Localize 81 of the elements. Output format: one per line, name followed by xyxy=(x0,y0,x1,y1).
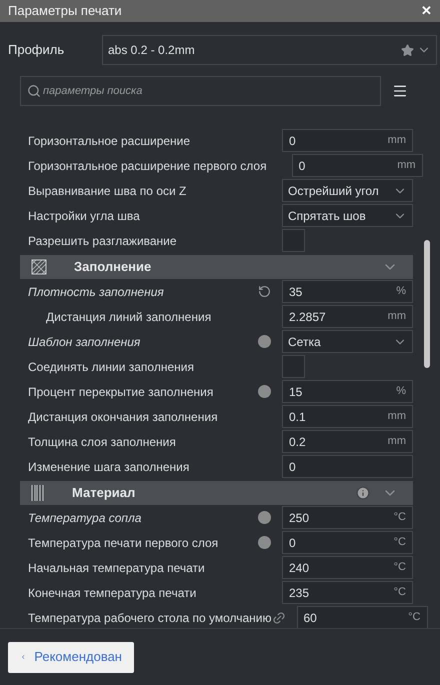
checkbox[interactable] xyxy=(282,229,305,252)
infill-grid-icon xyxy=(31,259,47,275)
field-value: 235 xyxy=(289,584,310,602)
number-field[interactable]: 35 % xyxy=(282,280,413,303)
setting-label: Дистанция окончания заполнения xyxy=(27,408,218,426)
section-title: Заполнение xyxy=(74,258,152,276)
setting-label: Шаблон заполнения xyxy=(27,334,140,350)
unit-label: °C xyxy=(394,510,406,526)
profile-dropdown[interactable]: abs 0.2 - 0.2mm xyxy=(102,35,437,65)
setting-label: Настройки угла шва xyxy=(27,208,140,224)
field-value: 15 xyxy=(289,384,304,400)
field-value: 0.1 xyxy=(289,408,307,426)
close-button[interactable]: ✕ xyxy=(421,1,432,21)
dropdown-field[interactable]: Спрятать шов xyxy=(282,204,413,227)
number-field[interactable]: 240 °C xyxy=(282,556,413,579)
unit-label: °C xyxy=(394,560,406,576)
profile-value: abs 0.2 - 0.2mm xyxy=(108,42,196,59)
setting-label: Температура сопла xyxy=(27,510,142,526)
setting-label: Толщина слоя заполнения xyxy=(27,434,176,450)
setting-label: Выравнивание шва по оси Z xyxy=(27,182,186,200)
setting-label: Температура рабочего стола по умолчанию xyxy=(27,610,272,626)
setting-label: Конечная температура печати xyxy=(27,584,196,602)
setting-label: Разрешить разглаживание xyxy=(27,232,177,250)
scrollbar[interactable] xyxy=(424,240,430,368)
number-field[interactable]: 235 °C xyxy=(282,581,413,604)
section-header[interactable]: Материал xyxy=(20,481,413,505)
field-value: 35 xyxy=(289,284,304,300)
setting-label: Горизонтальное расширение первого слоя xyxy=(27,158,267,174)
section-title: Материал xyxy=(72,484,136,502)
field-value: 0 xyxy=(289,534,297,552)
setting-label: Температура печати первого слоя xyxy=(27,534,218,552)
recommended-button[interactable]: Рекомендован xyxy=(8,642,134,672)
unit-label: mm xyxy=(388,434,406,450)
number-field[interactable]: 0.2 mm xyxy=(282,430,413,453)
field-value: 0 xyxy=(289,132,297,150)
unit-label: mm xyxy=(388,133,406,148)
dropdown-field[interactable]: Острейший угол xyxy=(282,179,413,202)
field-value: 0 xyxy=(298,158,306,174)
unit-label: °C xyxy=(408,610,420,626)
unit-label: % xyxy=(396,384,406,400)
field-value: 2.2857 xyxy=(289,308,327,326)
field-value: 60 xyxy=(304,610,318,626)
unit-label: % xyxy=(396,284,406,300)
vertical-lines-icon xyxy=(31,485,45,501)
setting-label: Соединять линии заполнения xyxy=(27,358,194,376)
number-field[interactable]: 15 % xyxy=(282,380,413,403)
info-icon[interactable] xyxy=(356,486,370,500)
field-value: 0 xyxy=(289,458,297,476)
field-value: 250 xyxy=(289,510,310,526)
profile-label: Профиль xyxy=(8,41,66,60)
unit-label: °C xyxy=(394,535,406,550)
setting-label: Процент перекрытие заполнения xyxy=(27,384,214,400)
unit-label: mm xyxy=(397,158,416,174)
number-field[interactable]: 0 xyxy=(282,455,413,478)
setting-label: Плотность заполнения xyxy=(27,284,164,300)
star-icon[interactable] xyxy=(401,44,414,56)
search-input[interactable]: параметры поиска xyxy=(43,82,374,100)
checkbox[interactable] xyxy=(282,355,305,378)
unit-label: mm xyxy=(388,309,406,324)
setting-label: Горизонтальное расширение xyxy=(27,132,190,150)
number-field[interactable]: 0 mm xyxy=(282,129,413,152)
field-value: 240 xyxy=(289,560,310,576)
setting-label: Дистанция линий заполнения xyxy=(45,308,212,326)
field-value: 0.2 xyxy=(289,434,307,450)
setting-label: Начальная температура печати xyxy=(27,560,205,576)
unit-label: mm xyxy=(388,409,406,424)
number-field[interactable]: 0.1 mm xyxy=(282,405,413,428)
section-header[interactable]: Заполнение xyxy=(20,255,413,279)
dropdown-field[interactable]: Сетка xyxy=(282,330,413,353)
search-field[interactable]: параметры поиска xyxy=(20,76,381,106)
number-field[interactable]: 250 °C xyxy=(282,506,413,529)
unit-label: °C xyxy=(394,585,406,600)
reset-icon[interactable] xyxy=(258,285,270,298)
number-field[interactable]: 0 °C xyxy=(282,531,413,554)
window-title: Параметры печати xyxy=(8,2,123,20)
menu-icon[interactable] xyxy=(392,83,408,99)
number-field[interactable]: 0 mm xyxy=(292,154,423,177)
number-field[interactable]: 60 °C xyxy=(296,606,428,628)
search-icon xyxy=(27,84,41,98)
setting-label: Изменение шага заполнения xyxy=(27,458,190,476)
number-field[interactable]: 2.2857 mm xyxy=(282,305,413,328)
